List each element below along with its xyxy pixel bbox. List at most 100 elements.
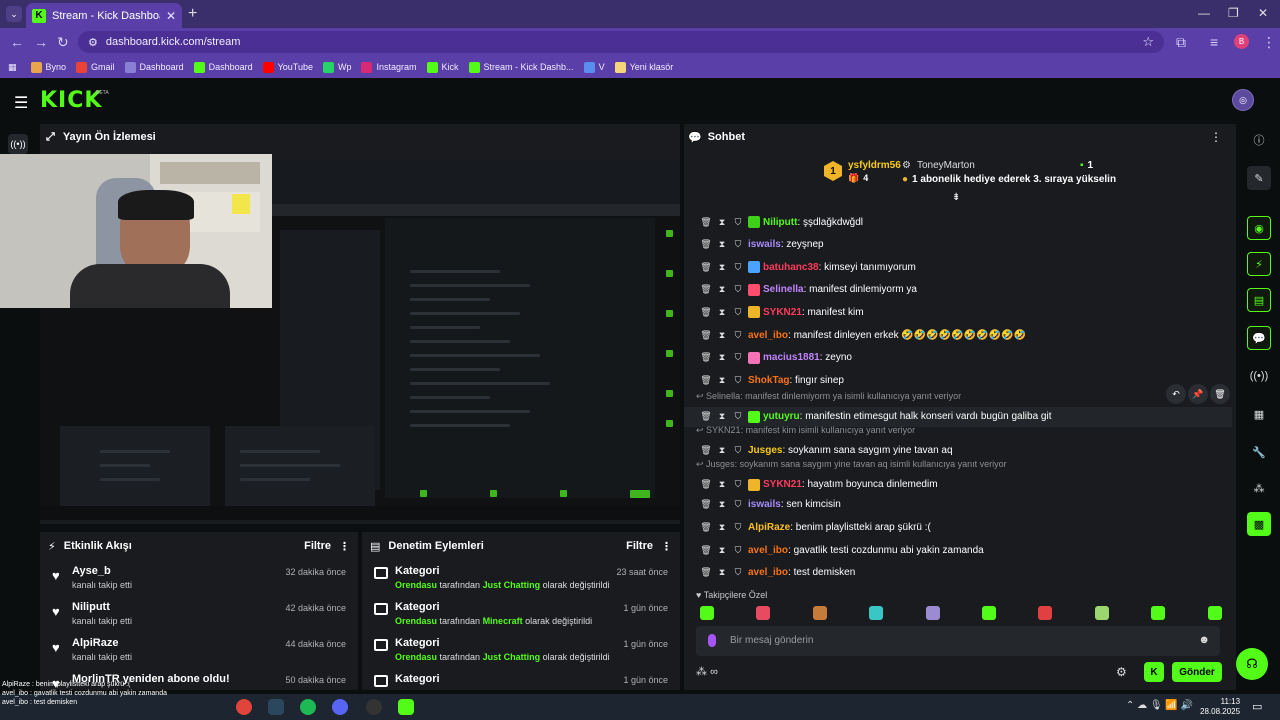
emoji-icon[interactable]: ☻	[1198, 634, 1210, 646]
chat-username[interactable]: batuhanc38	[763, 262, 819, 273]
ban-icon[interactable]: ⛉	[732, 567, 744, 578]
timeout-icon[interactable]: ⧗	[716, 239, 728, 250]
chat-username[interactable]: macius1881	[763, 352, 820, 363]
ban-icon[interactable]: ⛉	[732, 545, 744, 556]
ban-icon[interactable]: ⛉	[732, 330, 744, 341]
chat-message[interactable]: 🗑 ⧗ ⛉ avel_ibo : gavatlik testi cozdunmu…	[684, 540, 1232, 560]
minimize-icon[interactable]: —	[1198, 6, 1210, 20]
delete-icon[interactable]: 🗑	[700, 352, 712, 363]
kick-logo[interactable]: KICK	[40, 88, 102, 113]
layout-icon[interactable]: ▦	[1247, 402, 1271, 426]
info-icon[interactable]: ⓘ	[1247, 128, 1271, 152]
chat-message[interactable]: 🗑 ⧗ ⛉ iswails : sen kimcisin	[684, 495, 1232, 515]
chat-username[interactable]: Jusges	[748, 445, 782, 456]
ban-icon[interactable]: ⛉	[732, 239, 744, 250]
ban-icon[interactable]: ⛉	[732, 445, 744, 456]
activity-menu-icon[interactable]: ⋮	[339, 540, 350, 553]
chat-message[interactable]: 🗑 ⧗ ⛉ yutuyru : manifestin etimesgut hal…	[684, 406, 1232, 427]
chat-message[interactable]: 🗑 ⧗ ⛉ SYKN21 : manifest kim	[684, 302, 1232, 322]
bookmark-item[interactable]: YouTube	[262, 61, 313, 73]
delete-icon[interactable]: 🗑	[1210, 384, 1230, 404]
url-bar[interactable]: ⚙ dashboard.kick.com/stream ☆	[78, 31, 1164, 53]
bookmark-item[interactable]: Gmail	[76, 61, 115, 73]
hamburger-menu-icon[interactable]: ☰	[14, 93, 28, 113]
steam-icon[interactable]	[268, 699, 284, 715]
timeout-icon[interactable]: ⧗	[716, 545, 728, 556]
chat-message[interactable]: 🗑 ⧗ ⛉ avel_ibo : manifest dinleyen erkek…	[684, 325, 1232, 345]
pin-icon[interactable]: 📌	[1188, 384, 1208, 404]
apps-grid-icon[interactable]: ▦	[8, 62, 17, 73]
chat-username[interactable]: yutuyru	[763, 411, 800, 422]
chat-popout-icon[interactable]: 💬	[1247, 326, 1271, 350]
emote-icon[interactable]	[756, 606, 771, 620]
notes-icon[interactable]: ▤	[1247, 288, 1271, 312]
bookmark-item[interactable]: Byno	[30, 61, 66, 73]
ban-icon[interactable]: ⛉	[732, 411, 744, 422]
bookmark-item[interactable]: Yeni klasör	[614, 61, 673, 73]
delete-icon[interactable]: 🗑	[700, 522, 712, 533]
delete-icon[interactable]: 🗑	[700, 262, 712, 273]
bookmark-item[interactable]: Instagram	[361, 61, 417, 73]
timeout-icon[interactable]: ⧗	[716, 445, 728, 456]
new-tab-icon[interactable]: +	[188, 5, 197, 23]
ban-icon[interactable]: ⛉	[732, 522, 744, 533]
emote-icon[interactable]	[1207, 606, 1222, 620]
clapper-icon[interactable]: ▩	[1247, 512, 1271, 536]
delete-icon[interactable]: 🗑	[700, 499, 712, 510]
ban-icon[interactable]: ⛉	[732, 262, 744, 273]
delete-icon[interactable]: 🗑	[700, 307, 712, 318]
chat-username[interactable]: Niliputt	[763, 217, 797, 228]
bookmark-item[interactable]: Stream - Kick Dashb...	[468, 61, 574, 73]
clock[interactable]: 11:13 28.08.2025	[1200, 697, 1240, 717]
top-gifter-name[interactable]: ysfyldrm56	[848, 160, 901, 171]
bookmark-star-icon[interactable]: ☆	[1142, 34, 1154, 50]
kick-app-icon[interactable]	[398, 699, 414, 715]
activity-item[interactable]: ♥ AlpiRaze kanalı takip etti 44 dakika ö…	[40, 634, 358, 668]
chat-username[interactable]: ShokTag	[748, 375, 789, 386]
delete-icon[interactable]: 🗑	[700, 330, 712, 341]
ban-icon[interactable]: ⛉	[732, 375, 744, 386]
activity-filter-button[interactable]: Filtre	[304, 540, 331, 552]
timeout-icon[interactable]: ⧗	[716, 284, 728, 295]
chat-username[interactable]: Selinella	[763, 284, 804, 295]
chat-username[interactable]: iswails	[748, 239, 781, 250]
tools-icon[interactable]: 🔧	[1247, 440, 1271, 464]
chat-message[interactable]: 🗑 ⧗ ⛉ Jusges : soykanım sana saygım yine…	[684, 441, 1232, 461]
chat-message[interactable]: 🗑 ⧗ ⛉ macius1881 : zeyno	[684, 348, 1232, 368]
extensions-icon[interactable]: ⧉	[1176, 34, 1186, 51]
broadcast-icon[interactable]: ((•))	[8, 134, 28, 154]
chat-username[interactable]: iswails	[748, 499, 781, 510]
ban-icon[interactable]: ⛉	[732, 217, 744, 228]
delete-icon[interactable]: 🗑	[700, 375, 712, 386]
send-button[interactable]: Gönder	[1172, 662, 1222, 682]
moderation-item[interactable]: Kategori Orendasu tarafından Just Chatti…	[362, 562, 680, 596]
restore-icon[interactable]: ❐	[1228, 6, 1239, 20]
close-tab-icon[interactable]: ✕	[166, 9, 176, 23]
emote-icon[interactable]	[869, 606, 884, 620]
delete-icon[interactable]: 🗑	[700, 411, 712, 422]
app-icon[interactable]	[332, 699, 348, 715]
back-icon[interactable]: ←	[10, 34, 24, 50]
chat-message[interactable]: 🗑 ⧗ ⛉ Niliputt : şşdlağkdwğdl	[684, 212, 1232, 232]
timeout-icon[interactable]: ⧗	[716, 262, 728, 273]
timeout-icon[interactable]: ⧗	[716, 567, 728, 578]
spotify-icon[interactable]	[300, 699, 316, 715]
timeout-icon[interactable]: ⧗	[716, 522, 728, 533]
chat-message[interactable]: 🗑 ⧗ ⛉ ShokTag : fingır sinep	[684, 370, 1232, 390]
emote-icon[interactable]	[982, 606, 996, 620]
bookmark-item[interactable]: Dashboard	[124, 61, 184, 73]
ban-icon[interactable]: ⛉	[732, 284, 744, 295]
expand-icon[interactable]: ⤢	[46, 131, 55, 144]
timeout-icon[interactable]: ⧗	[716, 217, 728, 228]
chat-username[interactable]: SYKN21	[763, 479, 802, 490]
flash-icon[interactable]: ⚡	[1247, 252, 1271, 276]
chat-settings-icon[interactable]: ⚙	[1116, 665, 1127, 679]
bookmark-item[interactable]: Kick	[426, 61, 459, 73]
timeout-icon[interactable]: ⧗	[716, 499, 728, 510]
emote-icon[interactable]	[1038, 606, 1053, 620]
timeout-icon[interactable]: ⧗	[716, 352, 728, 363]
ban-icon[interactable]: ⛉	[732, 499, 744, 510]
emote-icon[interactable]	[1151, 606, 1166, 620]
moderation-item[interactable]: Kategori Orendasu tarafından Minecraft o…	[362, 598, 680, 632]
chat-username[interactable]: avel_ibo	[748, 545, 788, 556]
